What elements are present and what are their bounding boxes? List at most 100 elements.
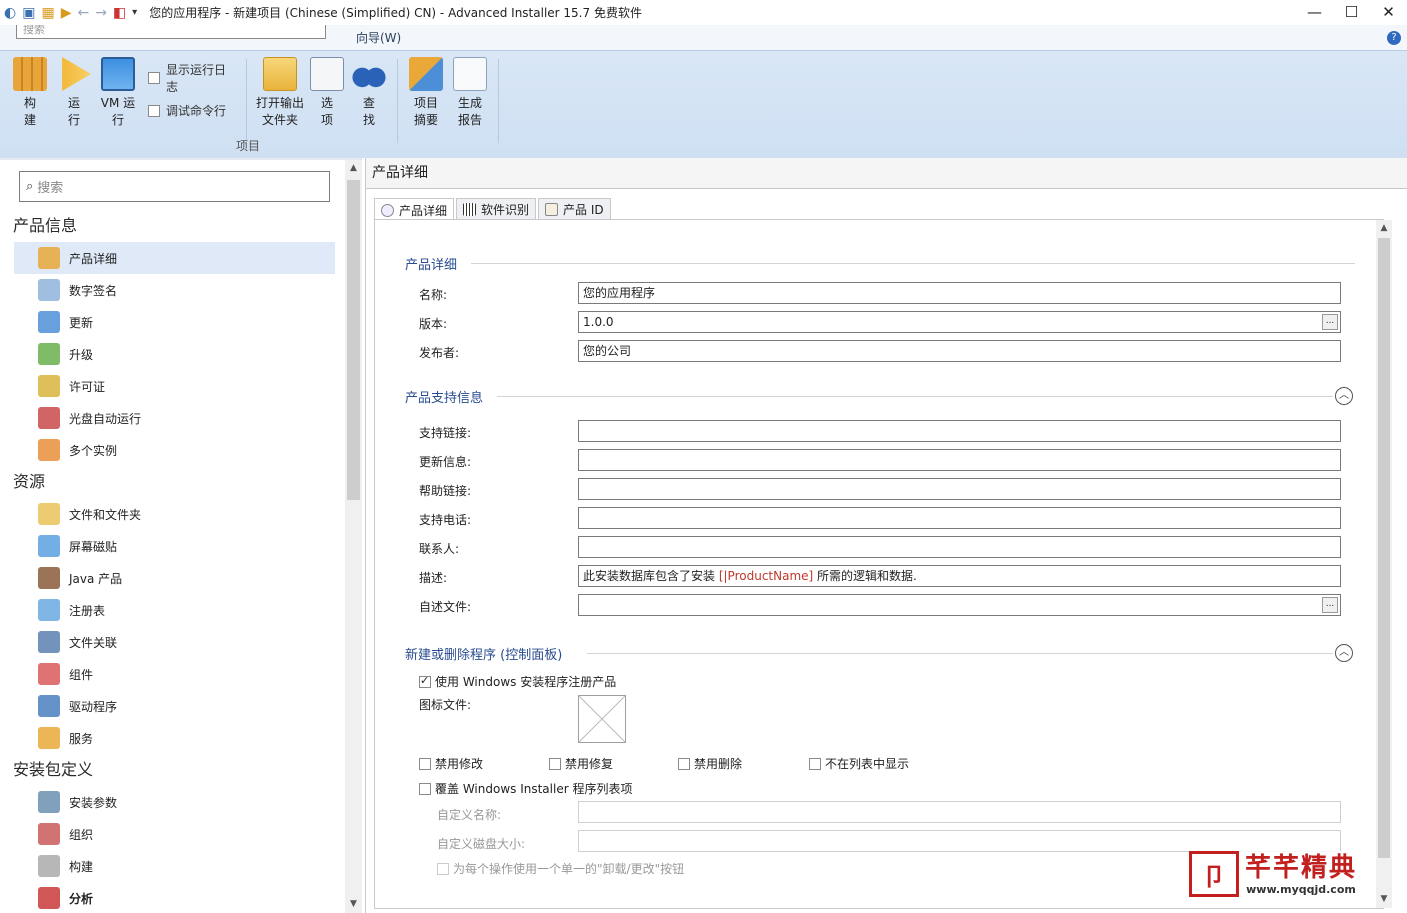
single-button-checkbox[interactable]: 为每个操作使用一个单一的"卸载/更改"按钮	[437, 860, 684, 877]
icon-file-placeholder[interactable]	[578, 695, 626, 743]
form-scrollbar[interactable]: ▲ ▼	[1376, 220, 1392, 908]
sidebar-item[interactable]: 文件和文件夹	[14, 498, 335, 530]
run-label: 运 行	[67, 96, 80, 127]
window-title: 您的应用程序 - 新建项目 (Chinese (Simplified) CN) …	[149, 6, 642, 20]
nav-item-icon	[38, 407, 60, 429]
help-icon[interactable]: ?	[1387, 31, 1401, 45]
scrollbar-thumb[interactable]	[1378, 238, 1390, 858]
build-button[interactable]: 构 建	[8, 53, 52, 157]
version-browse-button[interactable]: ...	[1322, 314, 1338, 330]
sidebar-item-label: 多个实例	[69, 443, 118, 458]
scroll-down-icon[interactable]: ▼	[345, 896, 362, 913]
notification-icon[interactable]: ◧	[113, 5, 126, 21]
close-button[interactable]: ✕	[1370, 0, 1407, 24]
sidebar-item[interactable]: 产品详细	[14, 242, 335, 274]
sidebar-item[interactable]: 分析	[14, 882, 335, 913]
app-icon: ◐	[4, 4, 17, 21]
publisher-label: 发布者:	[419, 346, 460, 360]
tab-software-id[interactable]: 软件识别	[456, 198, 537, 220]
sidebar-item[interactable]: 组织	[14, 818, 335, 850]
version-input[interactable]: 1.0.0...	[578, 311, 1341, 333]
section-add-remove-programs: 新建或删除程序 (控制面板)	[405, 648, 563, 663]
nav-search-input[interactable]: ⌕ 搜索	[19, 171, 330, 202]
scroll-down-icon[interactable]: ▼	[1376, 891, 1392, 908]
sidebar-item-label: 升级	[69, 347, 94, 362]
scrollbar-thumb[interactable]	[347, 180, 360, 500]
save-icon[interactable]: ▣	[22, 5, 35, 21]
scroll-up-icon[interactable]: ▲	[1376, 220, 1392, 237]
sidebar-item[interactable]: 升级	[14, 338, 335, 370]
readme-file-input[interactable]: ...	[578, 594, 1341, 616]
disable-modify-checkbox[interactable]: 禁用修改	[419, 755, 483, 772]
hide-in-list-checkbox[interactable]: 不在列表中显示	[809, 755, 909, 772]
customize-toolbar-icon[interactable]: ▾	[132, 7, 137, 18]
disable-remove-checkbox[interactable]: 禁用删除	[678, 755, 742, 772]
sidebar-item[interactable]: 许可证	[14, 370, 335, 402]
sidebar-item[interactable]: 屏幕磁贴	[14, 530, 335, 562]
sidebar-item[interactable]: 光盘自动运行	[14, 402, 335, 434]
custom-disk-size-input[interactable]	[578, 830, 1341, 852]
sidebar-item-label: 注册表	[69, 603, 106, 618]
collapse-add-remove-icon[interactable]: ︿	[1335, 644, 1353, 662]
name-input[interactable]: 您的应用程序	[578, 282, 1341, 304]
description-input[interactable]: 此安装数据库包含了安装 [|ProductName] 所需的逻辑和数据.	[578, 565, 1341, 587]
pane-title: 产品详细	[366, 158, 1407, 189]
forward-icon[interactable]: →	[95, 5, 107, 21]
find-button[interactable]: 查 找	[347, 53, 391, 157]
nav-item-icon	[38, 247, 60, 269]
sidebar-item[interactable]: 更新	[14, 306, 335, 338]
collapse-support-icon[interactable]: ︿	[1335, 387, 1353, 405]
sidebar-item[interactable]: 组件	[14, 658, 335, 690]
version-label: 版本:	[419, 317, 448, 331]
options-button[interactable]: 选 项	[307, 53, 347, 157]
tab-product-details[interactable]: 产品详细	[374, 198, 455, 221]
show-run-log-checkbox[interactable]: 显示运行日志	[148, 61, 232, 94]
options-icon	[310, 57, 344, 91]
contact-input[interactable]	[578, 536, 1341, 558]
disable-repair-checkbox[interactable]: 禁用修复	[549, 755, 613, 772]
sidebar-item[interactable]: Java 产品	[14, 562, 335, 594]
support-link-input[interactable]	[578, 420, 1341, 442]
sidebar-item[interactable]: 多个实例	[14, 434, 335, 466]
support-link-label: 支持链接:	[419, 426, 472, 440]
sidebar-item[interactable]: 驱动程序	[14, 690, 335, 722]
title-bar: ◐ ▣ ▦ ▶ ← → ◧ ▾ 您的应用程序 - 新建项目 (Chinese (…	[0, 0, 1407, 25]
layout-icon[interactable]: ▦	[41, 5, 54, 21]
debug-cmdline-checkbox[interactable]: 调试命令行	[148, 94, 232, 127]
section-support-info: 产品支持信息	[405, 391, 484, 406]
custom-name-input[interactable]	[578, 801, 1341, 823]
sidebar-item-label: 光盘自动运行	[69, 411, 142, 426]
run-button[interactable]: 运 行	[52, 53, 96, 157]
nav-tree: 产品信息 产品详细 数字签名 更新 升级 许可证 光盘自动运行 多个实例 资源 文件和文件夹 屏幕磁…	[0, 210, 340, 913]
update-info-input[interactable]	[578, 449, 1341, 471]
top-search-input[interactable]: 搜索	[16, 25, 326, 39]
maximize-button[interactable]: ☐	[1333, 0, 1370, 24]
sidebar-item[interactable]: 注册表	[14, 594, 335, 626]
sidebar-item-label: 服务	[69, 731, 94, 746]
left-scrollbar[interactable]: ▲ ▼	[345, 160, 362, 913]
back-icon[interactable]: ←	[77, 5, 89, 21]
sidebar-item[interactable]: 文件关联	[14, 626, 335, 658]
nav-item-icon	[38, 791, 60, 813]
nav-item-icon	[38, 311, 60, 333]
generate-report-button[interactable]: 生成 报告	[448, 53, 492, 157]
nav-section-heading: 安装包定义	[13, 760, 94, 779]
minimize-button[interactable]: —	[1296, 0, 1333, 24]
use-windows-installer-checkbox[interactable]: 使用 Windows 安装程序注册产品	[419, 673, 616, 690]
sidebar-item[interactable]: 服务	[14, 722, 335, 754]
readme-browse-button[interactable]: ...	[1322, 597, 1338, 613]
open-output-folder-button[interactable]: 打开输出 文件夹	[253, 53, 307, 157]
publisher-input[interactable]: 您的公司	[578, 340, 1341, 362]
tab-product-id[interactable]: 产品 ID	[538, 198, 611, 220]
sidebar-item[interactable]: 安装参数	[14, 786, 335, 818]
override-entry-checkbox[interactable]: 覆盖 Windows Installer 程序列表项	[419, 780, 632, 797]
empty-image-icon	[578, 695, 626, 743]
sidebar-item[interactable]: 数字签名	[14, 274, 335, 306]
build-quick-icon[interactable]: ▶	[61, 5, 72, 21]
vm-run-button[interactable]: VM 运 行	[96, 53, 140, 157]
help-link-input[interactable]	[578, 478, 1341, 500]
sidebar-item[interactable]: 构建	[14, 850, 335, 882]
project-summary-button[interactable]: 项目 摘要	[404, 53, 448, 157]
support-phone-input[interactable]	[578, 507, 1341, 529]
scroll-up-icon[interactable]: ▲	[345, 160, 362, 177]
